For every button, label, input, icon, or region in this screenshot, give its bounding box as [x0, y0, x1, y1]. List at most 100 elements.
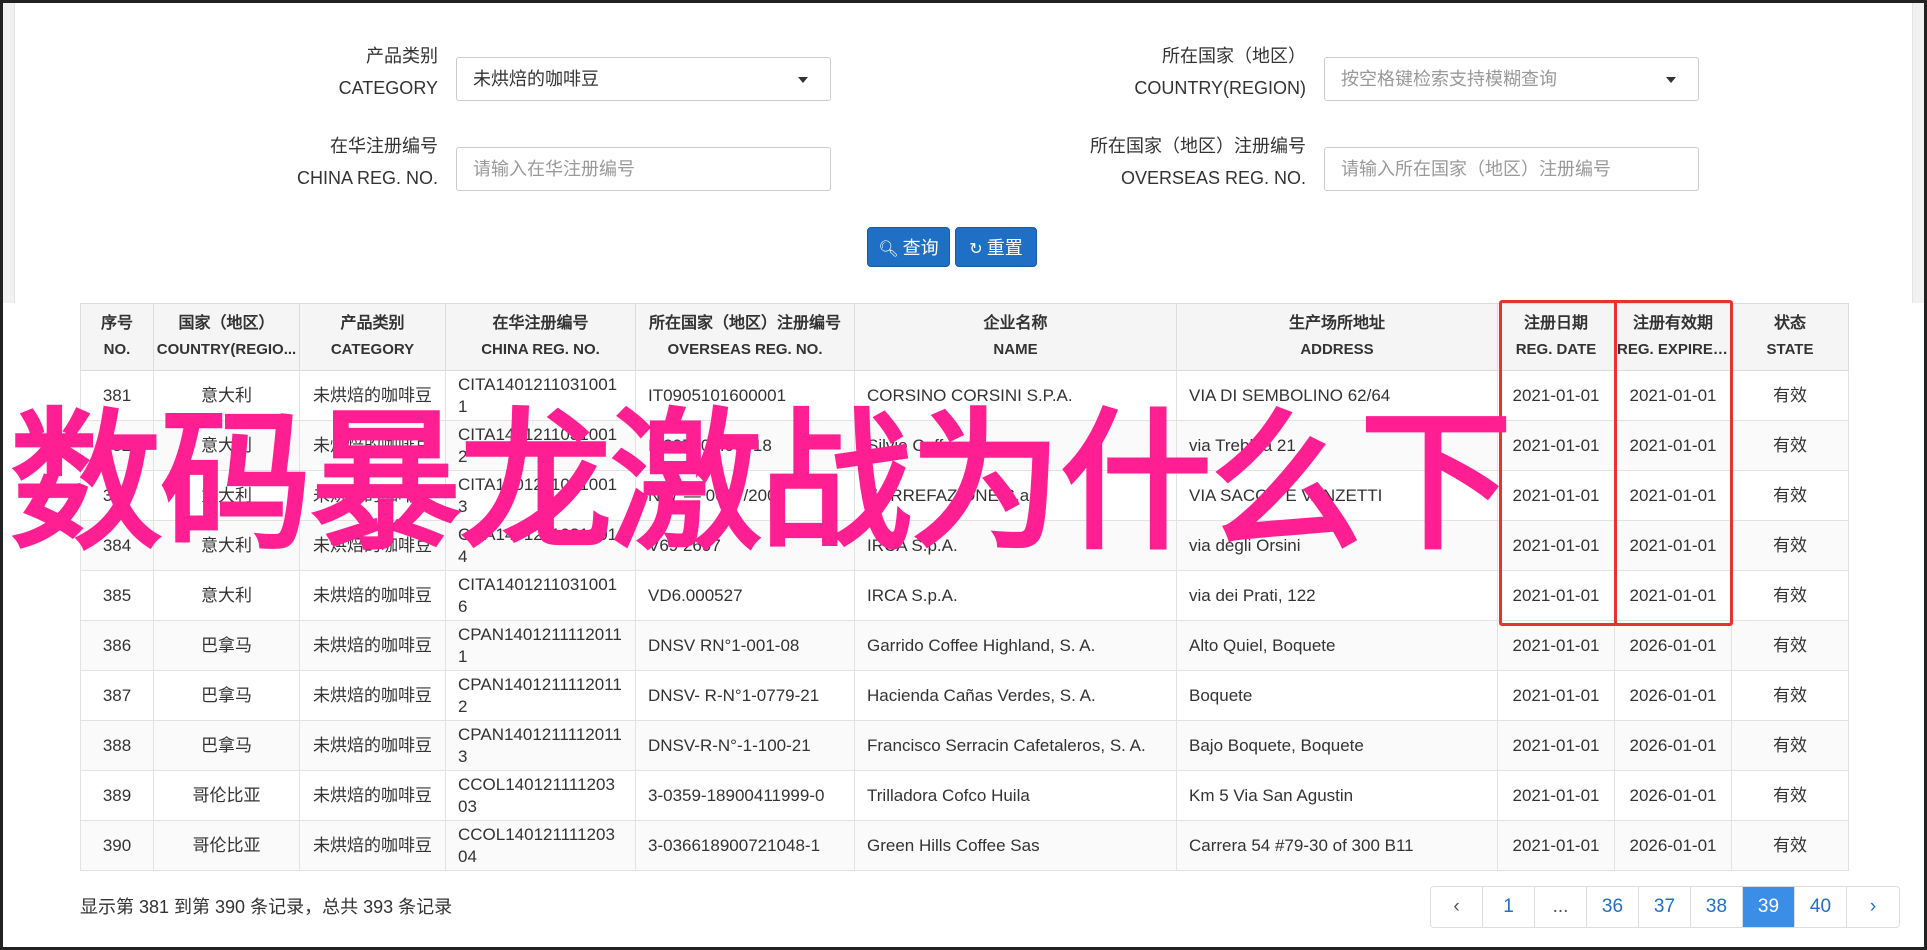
column-header-cn: 状态 — [1773, 315, 1806, 332]
table-header: 序号 NO. 国家（地区） COUNTRY(REGIO... 产品类别 CATEGORY 在… — [80, 303, 1849, 371]
column-header-cn: 注册日期 — [1523, 315, 1588, 332]
country-cell: 意大利 — [153, 520, 300, 571]
expire-date-cell: 2021-01-01 — [1614, 520, 1732, 571]
state-cell: 有效 — [1731, 520, 1849, 571]
pagination-prev[interactable]: ‹ — [1431, 887, 1483, 927]
search-icon: 🔍︎ — [878, 241, 899, 258]
state-cell: 有效 — [1731, 570, 1849, 621]
column-header-en: OVERSEAS REG. NO. — [667, 341, 823, 358]
table-row[interactable]: 387 巴拿马 未烘焙的咖啡豆 CPAN14012111120112 DNSV- R-N… — [80, 670, 1849, 721]
overseas-reg-cell: 3-0359-18900411999-0 — [635, 770, 855, 821]
reg-date-cell: 2021-01-01 — [1497, 420, 1615, 471]
column-header[interactable]: 在华注册编号 CHINA REG. NO. — [445, 303, 636, 371]
pagination-page[interactable]: 39 — [1743, 887, 1795, 927]
category-cell: 未烘焙的咖啡豆 — [299, 420, 446, 471]
column-header[interactable]: 注册日期 REG. DATE — [1497, 303, 1615, 371]
row-number: 383 — [80, 470, 154, 521]
china-reg-cell: CCOL14012111120304 — [445, 820, 636, 871]
overseas-reg-input[interactable]: 请输入所在国家（地区）注册编号 — [1324, 147, 1699, 191]
results-table: 序号 NO. 国家（地区） COUNTRY(REGIO... 产品类别 CATEGORY 在… — [80, 303, 1849, 871]
reg-date-cell: 2021-01-01 — [1497, 820, 1615, 871]
china-reg-cell: CITA14012110310014 — [445, 520, 636, 571]
expire-date-cell: 2026-01-01 — [1614, 820, 1732, 871]
column-header-cn: 注册有效期 — [1632, 315, 1713, 332]
country-cell: 意大利 — [153, 570, 300, 621]
category-cell: 未烘焙的咖啡豆 — [299, 670, 446, 721]
reset-button[interactable]: ↻ 重置 — [955, 227, 1037, 267]
pagination: ‹ 1... 36 37 38 39 40 › — [1430, 886, 1900, 928]
china-reg-cell: CPAN14012111120113 — [445, 720, 636, 771]
pagination-ellipsis[interactable]: ... — [1535, 887, 1587, 927]
overseas-reg-cell: N. 7 — 0007/2003 — [635, 470, 855, 521]
reg-date-cell: 2021-01-01 — [1497, 720, 1615, 771]
reg-date-cell: 2021-01-01 — [1497, 520, 1615, 571]
pagination-page[interactable]: 36 — [1587, 887, 1639, 927]
column-header[interactable]: 生产场所地址 ADDRESS — [1176, 303, 1498, 371]
country-cell: 巴拿马 — [153, 720, 300, 771]
column-header-en: REG. EXPIRE ... — [1617, 341, 1729, 358]
table-row[interactable]: 390 哥伦比亚 未烘焙的咖啡豆 CCOL14012111120304 3-036618… — [80, 820, 1849, 871]
search-button[interactable]: 🔍︎ 查询 — [867, 227, 950, 267]
table-row[interactable]: 383 意大利 未烘焙的咖啡豆 CITA14012110310013 N. 7 — 00… — [80, 470, 1849, 521]
column-header[interactable]: 产品类别 CATEGORY — [299, 303, 446, 371]
pagination-next[interactable]: › — [1847, 887, 1899, 927]
country-cell: 意大利 — [153, 420, 300, 471]
table-row[interactable]: 386 巴拿马 未烘焙的咖啡豆 CPAN14012111120111 DNSV RN°1… — [80, 620, 1849, 671]
column-header-cn: 国家（地区） — [178, 315, 275, 332]
company-name-cell: Hacienda Cañas Verdes, S. A. — [854, 670, 1177, 721]
column-header-en: NO. — [103, 341, 131, 358]
company-name-cell: Green Hills Coffee Sas — [854, 820, 1177, 871]
company-name-cell: IRCA S.p.A. — [854, 520, 1177, 571]
expire-date-cell: 2021-01-01 — [1614, 570, 1732, 621]
table-row[interactable]: 384 意大利 未烘焙的咖啡豆 CITA14012110310014 V69 2697 I… — [80, 520, 1849, 571]
left-scroll-track[interactable] — [3, 3, 15, 303]
category-cell: 未烘焙的咖啡豆 — [299, 720, 446, 771]
row-number: 390 — [80, 820, 154, 871]
overseas-reg-cell: DNSV- R-N°1-0779-21 — [635, 670, 855, 721]
row-number: 382 — [80, 420, 154, 471]
table-row[interactable]: 388 巴拿马 未烘焙的咖啡豆 CPAN14012111120113 DNSV-R-N°… — [80, 720, 1849, 771]
column-header[interactable]: 注册有效期 REG. EXPIRE ... — [1614, 303, 1732, 371]
row-number: 388 — [80, 720, 154, 771]
reg-date-cell: 2021-01-01 — [1497, 570, 1615, 621]
country-select[interactable]: 按空格键检索支持模糊查询 — [1324, 57, 1699, 101]
pagination-page[interactable]: 37 — [1639, 887, 1691, 927]
china-reg-cell: CITA14012110310012 — [445, 420, 636, 471]
address-cell: Bajo Boquete, Boquete — [1176, 720, 1498, 771]
category-select[interactable]: 未烘焙的咖啡豆 — [456, 57, 831, 101]
chevron-down-icon — [798, 77, 808, 83]
column-header-cn: 所在国家（地区）注册编号 — [648, 315, 841, 332]
company-name-cell: Trilladora Cofco Huila — [854, 770, 1177, 821]
column-header[interactable]: 国家（地区） COUNTRY(REGIO... — [153, 303, 300, 371]
row-number: 385 — [80, 570, 154, 621]
table-row[interactable]: 381 意大利 未烘焙的咖啡豆 CITA14012110310011 IT0905101… — [80, 370, 1849, 421]
company-name-cell: Francisco Serracin Cafetaleros, S. A. — [854, 720, 1177, 771]
overseas-reg-placeholder: 请输入所在国家（地区）注册编号 — [1341, 159, 1611, 179]
column-header[interactable]: 企业名称 NAME — [854, 303, 1177, 371]
category-cell: 未烘焙的咖啡豆 — [299, 770, 446, 821]
column-header[interactable]: 状态 STATE — [1731, 303, 1849, 371]
china-reg-label: 在华注册编号 CHINA REG. NO. — [296, 136, 438, 188]
category-cell: 未烘焙的咖啡豆 — [299, 620, 446, 671]
pagination-page[interactable]: 1 — [1483, 887, 1535, 927]
table-row[interactable]: 382 意大利 未烘焙的咖啡豆 CITA14012110310012 IT205901.… — [80, 420, 1849, 471]
china-reg-cell: CCOL14012111120303 — [445, 770, 636, 821]
pagination-page[interactable]: 38 — [1691, 887, 1743, 927]
row-number: 381 — [80, 370, 154, 421]
table-row[interactable]: 389 哥伦比亚 未烘焙的咖啡豆 CCOL14012111120303 3-0359-1… — [80, 770, 1849, 821]
company-name-cell: IRCA S.p.A. — [854, 570, 1177, 621]
china-reg-placeholder: 请输入在华注册编号 — [473, 159, 635, 179]
china-reg-input[interactable]: 请输入在华注册编号 — [456, 147, 831, 191]
column-header[interactable]: 所在国家（地区）注册编号 OVERSEAS REG. NO. — [635, 303, 855, 371]
country-label: 所在国家（地区） COUNTRY(REGION) — [1134, 46, 1306, 98]
column-header[interactable]: 序号 NO. — [80, 303, 154, 371]
refresh-icon: ↻ — [969, 241, 983, 258]
china-reg-cell: CPAN14012111120111 — [445, 620, 636, 671]
right-scroll-track[interactable] — [1912, 3, 1924, 303]
overseas-reg-cell: DNSV RN°1-001-08 — [635, 620, 855, 671]
category-cell: 未烘焙的咖啡豆 — [299, 470, 446, 521]
table-row[interactable]: 385 意大利 未烘焙的咖啡豆 CITA14012110310016 VD6.00052… — [80, 570, 1849, 621]
pagination-page[interactable]: 40 — [1795, 887, 1847, 927]
overseas-reg-cell: V69 2697 — [635, 520, 855, 571]
china-reg-cell: CITA14012110310016 — [445, 570, 636, 621]
